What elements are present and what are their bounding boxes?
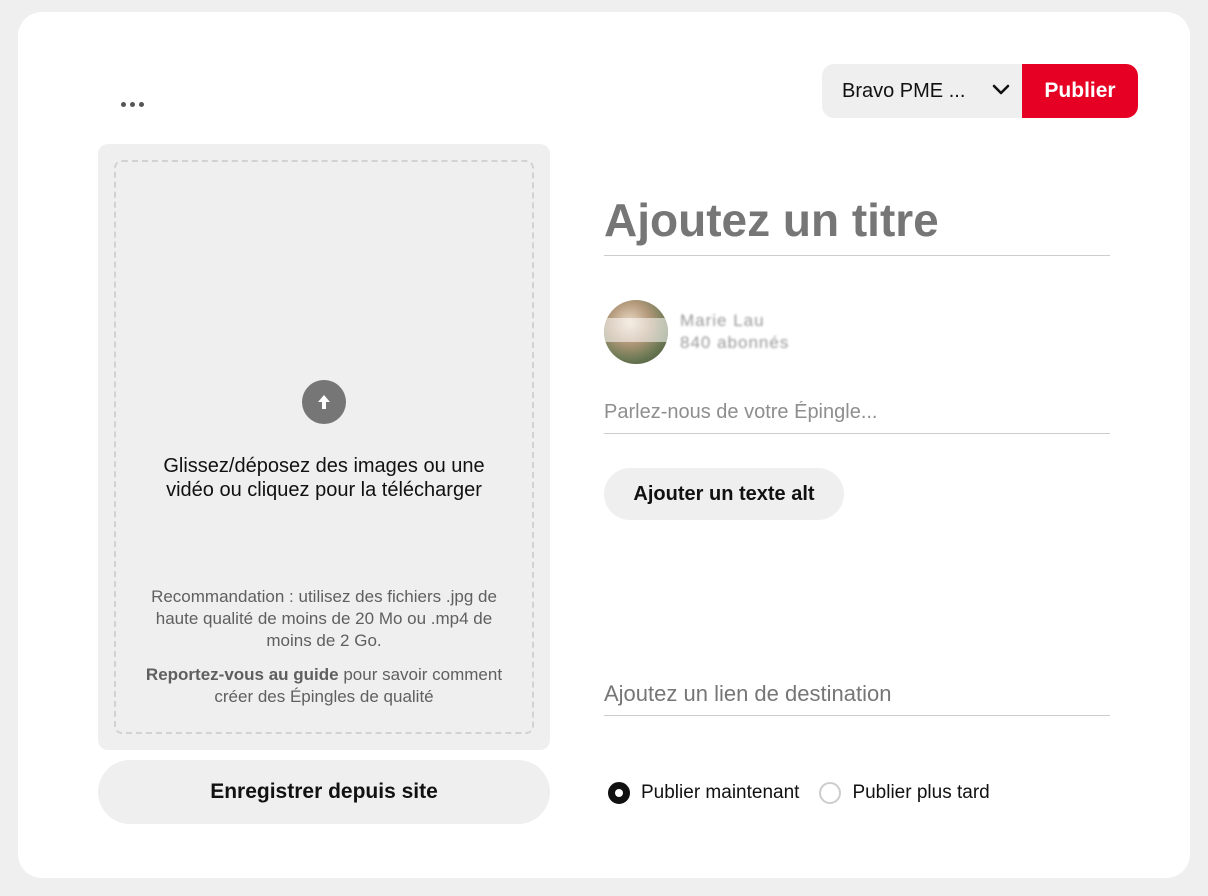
board-select-value: Bravo PME ... xyxy=(842,79,966,102)
dropzone-instructions: Glissez/déposez des images ou une vidéo … xyxy=(163,455,485,501)
user-info: Marie Lau 840 abonnés xyxy=(604,300,904,364)
publish-timing-options: Publier maintenant Publier plus tard xyxy=(608,780,990,806)
pin-title-input[interactable] xyxy=(604,184,1110,256)
guide-link[interactable]: Reportez-vous au guide xyxy=(146,665,339,684)
guide-text: Reportez-vous au guide pour savoir comme… xyxy=(132,664,516,708)
publish-later-label: Publier plus tard xyxy=(852,782,990,803)
avatar xyxy=(604,300,668,364)
chevron-down-icon xyxy=(992,84,1010,95)
media-dropzone[interactable]: Glissez/déposez des images ou une vidéo … xyxy=(114,160,534,734)
publish-now-option[interactable]: Publier maintenant xyxy=(608,782,799,804)
add-alt-text-button[interactable]: Ajouter un texte alt xyxy=(604,468,844,520)
user-name: Marie Lau xyxy=(680,311,765,330)
more-options-button[interactable] xyxy=(114,92,150,116)
publish-button[interactable]: Publier xyxy=(1022,64,1138,118)
destination-link-input[interactable] xyxy=(604,672,1110,716)
user-followers: 840 abonnés xyxy=(680,333,790,352)
pin-builder-card: Bravo PME ... Publier Glissez/déposez de… xyxy=(18,12,1190,878)
radio-unselected-icon[interactable] xyxy=(819,782,842,804)
publish-now-label: Publier maintenant xyxy=(641,782,800,803)
board-select-dropdown[interactable]: Bravo PME ... xyxy=(822,64,1022,118)
arrow-up-icon xyxy=(302,380,346,424)
more-horizontal-icon xyxy=(120,101,126,107)
pin-description-input[interactable] xyxy=(604,392,1110,434)
file-recommendation: Recommandation : utilisez des fichiers .… xyxy=(151,587,497,650)
media-upload-panel: Glissez/déposez des images ou une vidéo … xyxy=(98,144,550,750)
radio-selected-icon[interactable] xyxy=(608,782,630,804)
publish-later-option[interactable]: Publier plus tard xyxy=(819,782,990,804)
save-from-site-button[interactable]: Enregistrer depuis site xyxy=(98,760,550,824)
